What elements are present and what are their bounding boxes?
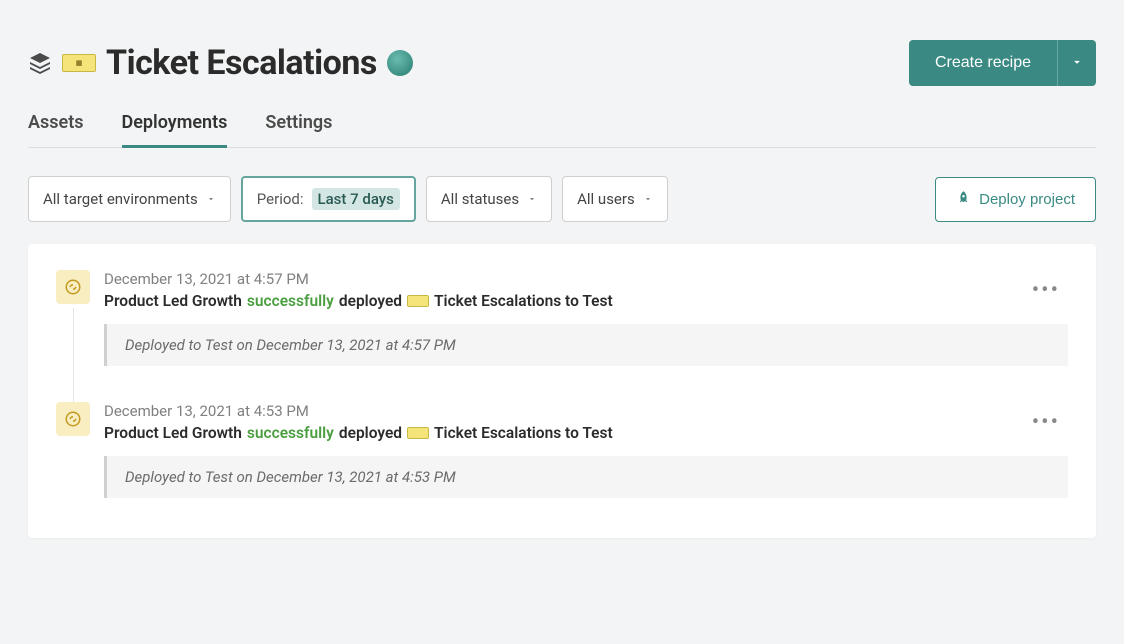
filters-left: All target environments Period: Last 7 d… xyxy=(28,176,668,222)
deployment-entry: ••• December 13, 2021 at 4:53 PM Product… xyxy=(56,402,1068,498)
entry-more-menu[interactable]: ••• xyxy=(1024,274,1068,307)
title-group: ▦ Ticket Escalations xyxy=(28,43,413,83)
deployment-entry-icon xyxy=(56,402,90,436)
entry-message: Product Led Growth successfully deployed… xyxy=(104,424,1068,442)
project-mini-badge-icon xyxy=(407,427,429,439)
deployments-panel: ••• December 13, 2021 at 4:57 PM Product… xyxy=(28,244,1096,538)
entry-timestamp: December 13, 2021 at 4:53 PM xyxy=(104,402,1068,420)
entry-actor: Product Led Growth xyxy=(104,424,242,442)
chevron-down-icon xyxy=(206,190,216,208)
project-stack-icon xyxy=(28,51,52,75)
deployment-entry-icon xyxy=(56,270,90,304)
filter-users[interactable]: All users xyxy=(562,176,668,222)
filter-period[interactable]: Period: Last 7 days xyxy=(241,176,416,222)
page-header: ▦ Ticket Escalations Create recipe xyxy=(28,40,1096,86)
project-thumbnail-badge: ▦ xyxy=(62,54,96,72)
entry-target: Ticket Escalations to Test xyxy=(434,292,613,310)
create-recipe-dropdown-button[interactable] xyxy=(1057,40,1096,86)
filter-period-value: Last 7 days xyxy=(312,188,400,210)
filter-environment-label: All target environments xyxy=(43,190,198,208)
tabs-bar: Assets Deployments Settings xyxy=(28,112,1096,148)
timeline-line xyxy=(73,308,74,402)
deployment-entry: ••• December 13, 2021 at 4:57 PM Product… xyxy=(56,270,1068,366)
entry-verb: deployed xyxy=(339,292,402,310)
tab-assets[interactable]: Assets xyxy=(28,112,84,148)
filter-environment[interactable]: All target environments xyxy=(28,176,231,222)
deploy-project-label: Deploy project xyxy=(979,191,1075,208)
tab-settings[interactable]: Settings xyxy=(265,112,332,148)
page-title: Ticket Escalations xyxy=(106,43,377,83)
create-recipe-button[interactable]: Create recipe xyxy=(909,40,1057,86)
filter-status[interactable]: All statuses xyxy=(426,176,552,222)
entry-actor: Product Led Growth xyxy=(104,292,242,310)
entry-more-menu[interactable]: ••• xyxy=(1024,406,1068,439)
entry-note: Deployed to Test on December 13, 2021 at… xyxy=(104,324,1068,366)
environment-badge-icon xyxy=(387,50,413,76)
entry-verb: deployed xyxy=(339,424,402,442)
filters-row: All target environments Period: Last 7 d… xyxy=(28,176,1096,222)
entry-message: Product Led Growth successfully deployed… xyxy=(104,292,1068,310)
filter-period-label: Period: xyxy=(257,190,304,208)
filter-users-label: All users xyxy=(577,190,635,208)
chevron-down-icon xyxy=(643,190,653,208)
tab-deployments[interactable]: Deployments xyxy=(122,112,228,148)
project-mini-badge-icon xyxy=(407,295,429,307)
entry-status-word: successfully xyxy=(247,292,334,310)
filter-status-label: All statuses xyxy=(441,190,519,208)
entry-status-word: successfully xyxy=(247,424,334,442)
entry-target: Ticket Escalations to Test xyxy=(434,424,613,442)
entry-note: Deployed to Test on December 13, 2021 at… xyxy=(104,456,1068,498)
chevron-down-icon xyxy=(1070,55,1084,72)
chevron-down-icon xyxy=(527,190,537,208)
entry-timestamp: December 13, 2021 at 4:57 PM xyxy=(104,270,1068,288)
deploy-project-button[interactable]: Deploy project xyxy=(935,177,1096,222)
create-button-group: Create recipe xyxy=(909,40,1096,86)
rocket-icon xyxy=(956,190,971,209)
